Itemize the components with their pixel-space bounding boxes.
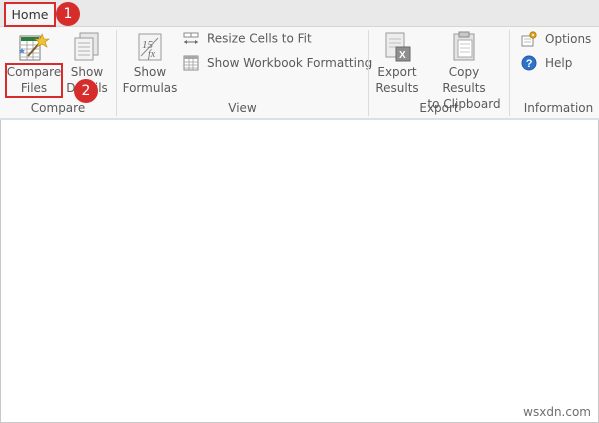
resize-cells-button[interactable]: Resize Cells to Fit (183, 31, 312, 46)
export-results-label-line2: Results (375, 81, 419, 95)
watermark: wsxdn.com (523, 405, 591, 419)
copy-to-clipboard-icon (453, 31, 475, 61)
step-1-badge: 1 (56, 2, 80, 26)
resize-cells-icon (183, 32, 199, 44)
resize-cells-label: Resize Cells to Fit (207, 31, 312, 46)
ribbon-divider (0, 118, 599, 120)
options-label: Options (545, 32, 592, 46)
show-workbook-formatting-button[interactable]: Show Workbook Formatting (183, 55, 372, 71)
group-label-information: Information (523, 101, 594, 115)
export-results-button[interactable]: X Export Results (373, 30, 421, 96)
group-label-export: Export (419, 101, 459, 115)
svg-text:fx: fx (148, 49, 156, 60)
group-label-view: View (228, 101, 257, 115)
show-formulas-icon: 15 fx (138, 33, 162, 61)
help-button[interactable]: ? Help (521, 55, 572, 71)
svg-text:X: X (399, 50, 406, 61)
show-formulas-label-line2: Formulas (122, 81, 178, 95)
export-results-label-line1: Export (377, 65, 417, 79)
tab-home[interactable]: Home (4, 2, 56, 27)
ribbon-tab-strip: Home (0, 0, 599, 27)
show-workbook-formatting-label: Show Workbook Formatting (207, 56, 373, 70)
compare-files-icon (19, 33, 50, 61)
show-formulas-label-line1: Show (133, 65, 167, 79)
help-label: Help (545, 56, 573, 70)
compare-files-highlight (5, 63, 63, 98)
copy-results-label-line1: Copy Results (442, 65, 486, 95)
help-icon: ? (521, 55, 537, 71)
options-button[interactable]: Options (521, 31, 591, 47)
copy-results-button[interactable]: Copy Results to Clipboard (426, 30, 502, 112)
show-details-icon (74, 32, 99, 61)
show-formulas-button[interactable]: 15 fx Show Formulas (122, 30, 178, 96)
svg-text:?: ? (526, 58, 533, 70)
workbook-formatting-icon (183, 55, 199, 71)
group-label-compare: Compare (30, 101, 86, 115)
show-details-label-line1: Show (70, 65, 104, 79)
options-icon (521, 31, 537, 47)
group-separator (509, 30, 510, 116)
step-2-badge: 2 (74, 79, 98, 103)
export-results-icon: X (385, 32, 411, 62)
